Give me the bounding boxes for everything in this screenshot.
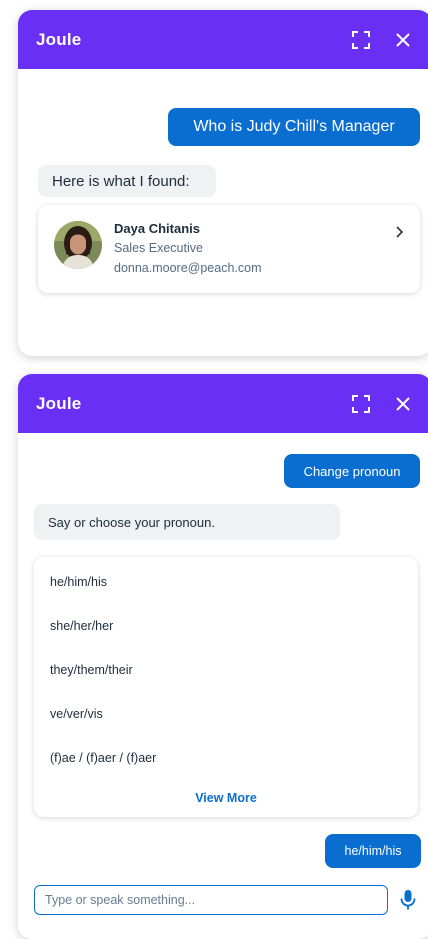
pronoun-option[interactable]: ve/ver/vis [50,707,103,721]
message-input[interactable] [34,885,388,915]
pronoun-option[interactable]: he/him/his [50,575,107,589]
person-card[interactable]: Daya Chitanis Sales Executive donna.moor… [38,205,420,293]
bot-message: Say or choose your pronoun. [34,504,340,540]
panel-title: Joule [36,29,82,49]
person-email: donna.moore@peach.com [114,261,262,275]
person-role: Sales Executive [114,241,203,255]
panel-header: Joule [18,10,428,69]
pronoun-option[interactable]: they/them/their [50,663,133,677]
user-message: Change pronoun [284,454,420,488]
person-name: Daya Chitanis [114,221,200,236]
panel-title: Joule [36,393,82,413]
view-more-link[interactable]: View More [34,791,418,805]
bot-message: Here is what I found: [38,165,216,197]
pronoun-options-list: he/him/his she/her/her they/them/their v… [34,557,418,817]
avatar [54,221,102,269]
user-reply: he/him/his [325,834,421,868]
joule-panel-manager: Joule Who is Judy Chill's Manager Here i… [18,10,428,356]
panel-header: Joule [18,374,428,433]
joule-panel-pronoun: Joule Change pronoun Say or choose your … [18,374,428,939]
user-message: Who is Judy Chill's Manager [168,108,420,146]
message-input-row [34,885,424,921]
pronoun-option[interactable]: she/her/her [50,619,113,633]
chevron-right-icon[interactable] [392,225,406,239]
pronoun-option[interactable]: (f)ae / (f)aer / (f)aer [50,751,156,765]
expand-icon[interactable] [350,393,372,415]
close-icon[interactable] [392,393,414,415]
close-icon[interactable] [392,29,414,51]
expand-icon[interactable] [350,29,372,51]
microphone-icon[interactable] [398,889,418,911]
